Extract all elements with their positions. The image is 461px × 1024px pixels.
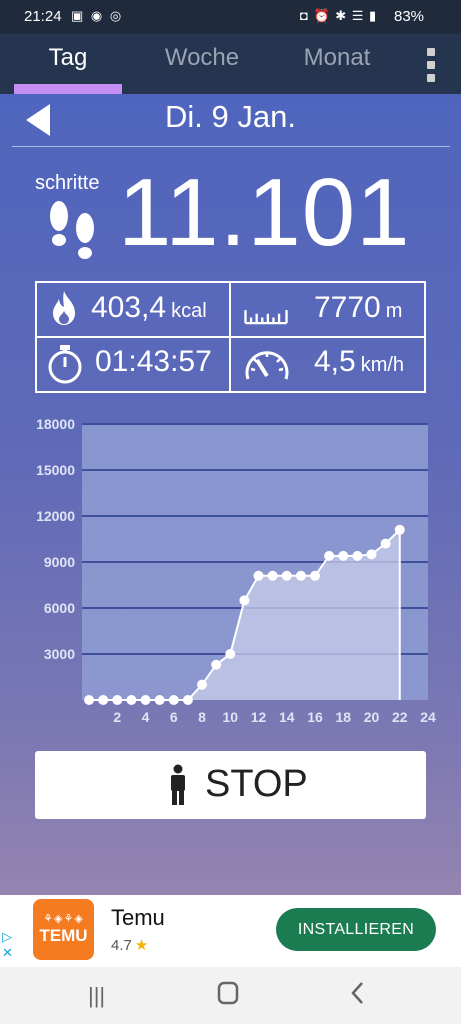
x-tick-label: 4 [142, 709, 150, 725]
overflow-menu-icon[interactable] [420, 46, 442, 82]
tab-woche[interactable]: Woche [148, 44, 256, 72]
chart-point [140, 695, 151, 705]
chart-point [154, 695, 165, 705]
star-icon: ★ [134, 937, 149, 954]
ad-app-name: Temu [111, 905, 165, 930]
chart-point [239, 595, 250, 606]
chart-point [338, 550, 349, 561]
distance-value: 7770 [314, 291, 381, 324]
main-content: Di. 9 Jan. schritte 11.101 403,4 kcal 777 [0, 94, 461, 895]
steps-label: schritte [35, 172, 100, 194]
system-icons: ◘ ⏰ ✱ ☰ ▮ [300, 8, 378, 23]
y-tick-label: 18000 [36, 416, 75, 432]
speed-value: 4,5 [314, 345, 356, 378]
chart-point [197, 679, 208, 690]
chart-point [84, 695, 95, 705]
recent-apps-icon[interactable]: ||| [88, 983, 105, 1009]
y-tick-label: 9000 [44, 554, 75, 570]
steps-chart: 1800015000120009000600030002 4 6 8 10 12 14 16 1… [36, 416, 436, 725]
x-tick-label: 18 [335, 709, 351, 725]
stats-grid: 403,4 kcal 7770 m 01:43:57 4,5 km/h [35, 281, 426, 393]
tab-tag[interactable]: Tag [14, 44, 122, 72]
x-tick-label: 16 [307, 709, 323, 725]
chart-point [253, 570, 264, 581]
back-icon[interactable] [350, 981, 364, 1011]
chart-point [168, 695, 179, 705]
date-divider [12, 146, 450, 147]
stop-button-label: STOP [205, 763, 308, 805]
distance-unit: m [385, 300, 403, 322]
steps-count: 11.101 [118, 159, 411, 266]
x-tick-label: 6 [170, 709, 178, 725]
y-tick-label: 3000 [44, 646, 75, 662]
chart-point [310, 570, 321, 581]
speedometer-icon [245, 351, 289, 380]
y-tick-label: 15000 [36, 462, 75, 478]
y-tick-label: 12000 [36, 508, 75, 524]
x-tick-label: 8 [198, 709, 206, 725]
chart-point [182, 695, 193, 705]
chart-point [112, 695, 123, 705]
calories-value: 403,4 [91, 291, 167, 324]
chart-point [380, 538, 391, 549]
active-tab-indicator [14, 84, 122, 94]
ad-banner[interactable]: ▷ ✕ ⚘◈⚘◈ TEMU Temu 4.7 ★ INSTALLIEREN [0, 895, 461, 967]
tab-bar: Tag Woche Monat [0, 34, 461, 94]
duration-value: 01:43:57 [95, 345, 212, 378]
chart-point [295, 570, 306, 581]
x-tick-label: 20 [364, 709, 380, 725]
chart-point [98, 695, 109, 705]
system-nav-bar: ||| [0, 967, 461, 1024]
ruler-icon [244, 310, 288, 325]
person-icon [171, 764, 185, 805]
chart-point [211, 659, 222, 670]
chart-point [225, 649, 236, 659]
ad-choices-icon[interactable]: ▷ ✕ [2, 929, 13, 961]
status-bar: 21:24 ▣ ◉ ◎ ◘ ⏰ ✱ ☰ ▮ 83% [0, 0, 461, 34]
stopwatch-icon [48, 345, 82, 384]
y-tick-label: 6000 [44, 600, 75, 616]
date-header: Di. 9 Jan. [0, 94, 461, 146]
ad-rating: 4.7 ★ [111, 937, 149, 954]
calories-unit: kcal [171, 300, 207, 322]
stop-button[interactable]: STOP [35, 751, 426, 819]
tab-monat[interactable]: Monat [282, 44, 392, 72]
footprints-icon [50, 201, 94, 259]
date-label: Di. 9 Jan. [165, 99, 296, 134]
x-tick-label: 14 [279, 709, 295, 725]
chart-point [324, 550, 335, 561]
chart-point [394, 524, 405, 535]
status-time: 21:24 [24, 8, 62, 25]
x-tick-label: 2 [113, 709, 121, 725]
install-button[interactable]: INSTALLIEREN [276, 908, 436, 951]
x-tick-label: 12 [251, 709, 267, 725]
battery-level: 83% [394, 8, 425, 25]
home-icon[interactable] [217, 981, 239, 1011]
notification-icons: ▣ ◉ ◎ [71, 8, 124, 23]
x-tick-label: 24 [420, 709, 436, 725]
chart-point [267, 570, 278, 581]
chart-point [352, 550, 363, 561]
chart-point [281, 570, 292, 581]
flame-icon [53, 291, 75, 325]
chart-point [366, 549, 377, 560]
temu-logo: ⚘◈⚘◈ TEMU [33, 899, 94, 960]
speed-unit: km/h [360, 354, 405, 376]
x-tick-label: 22 [392, 709, 408, 725]
x-tick-label: 10 [222, 709, 238, 725]
chart-point [126, 695, 137, 705]
